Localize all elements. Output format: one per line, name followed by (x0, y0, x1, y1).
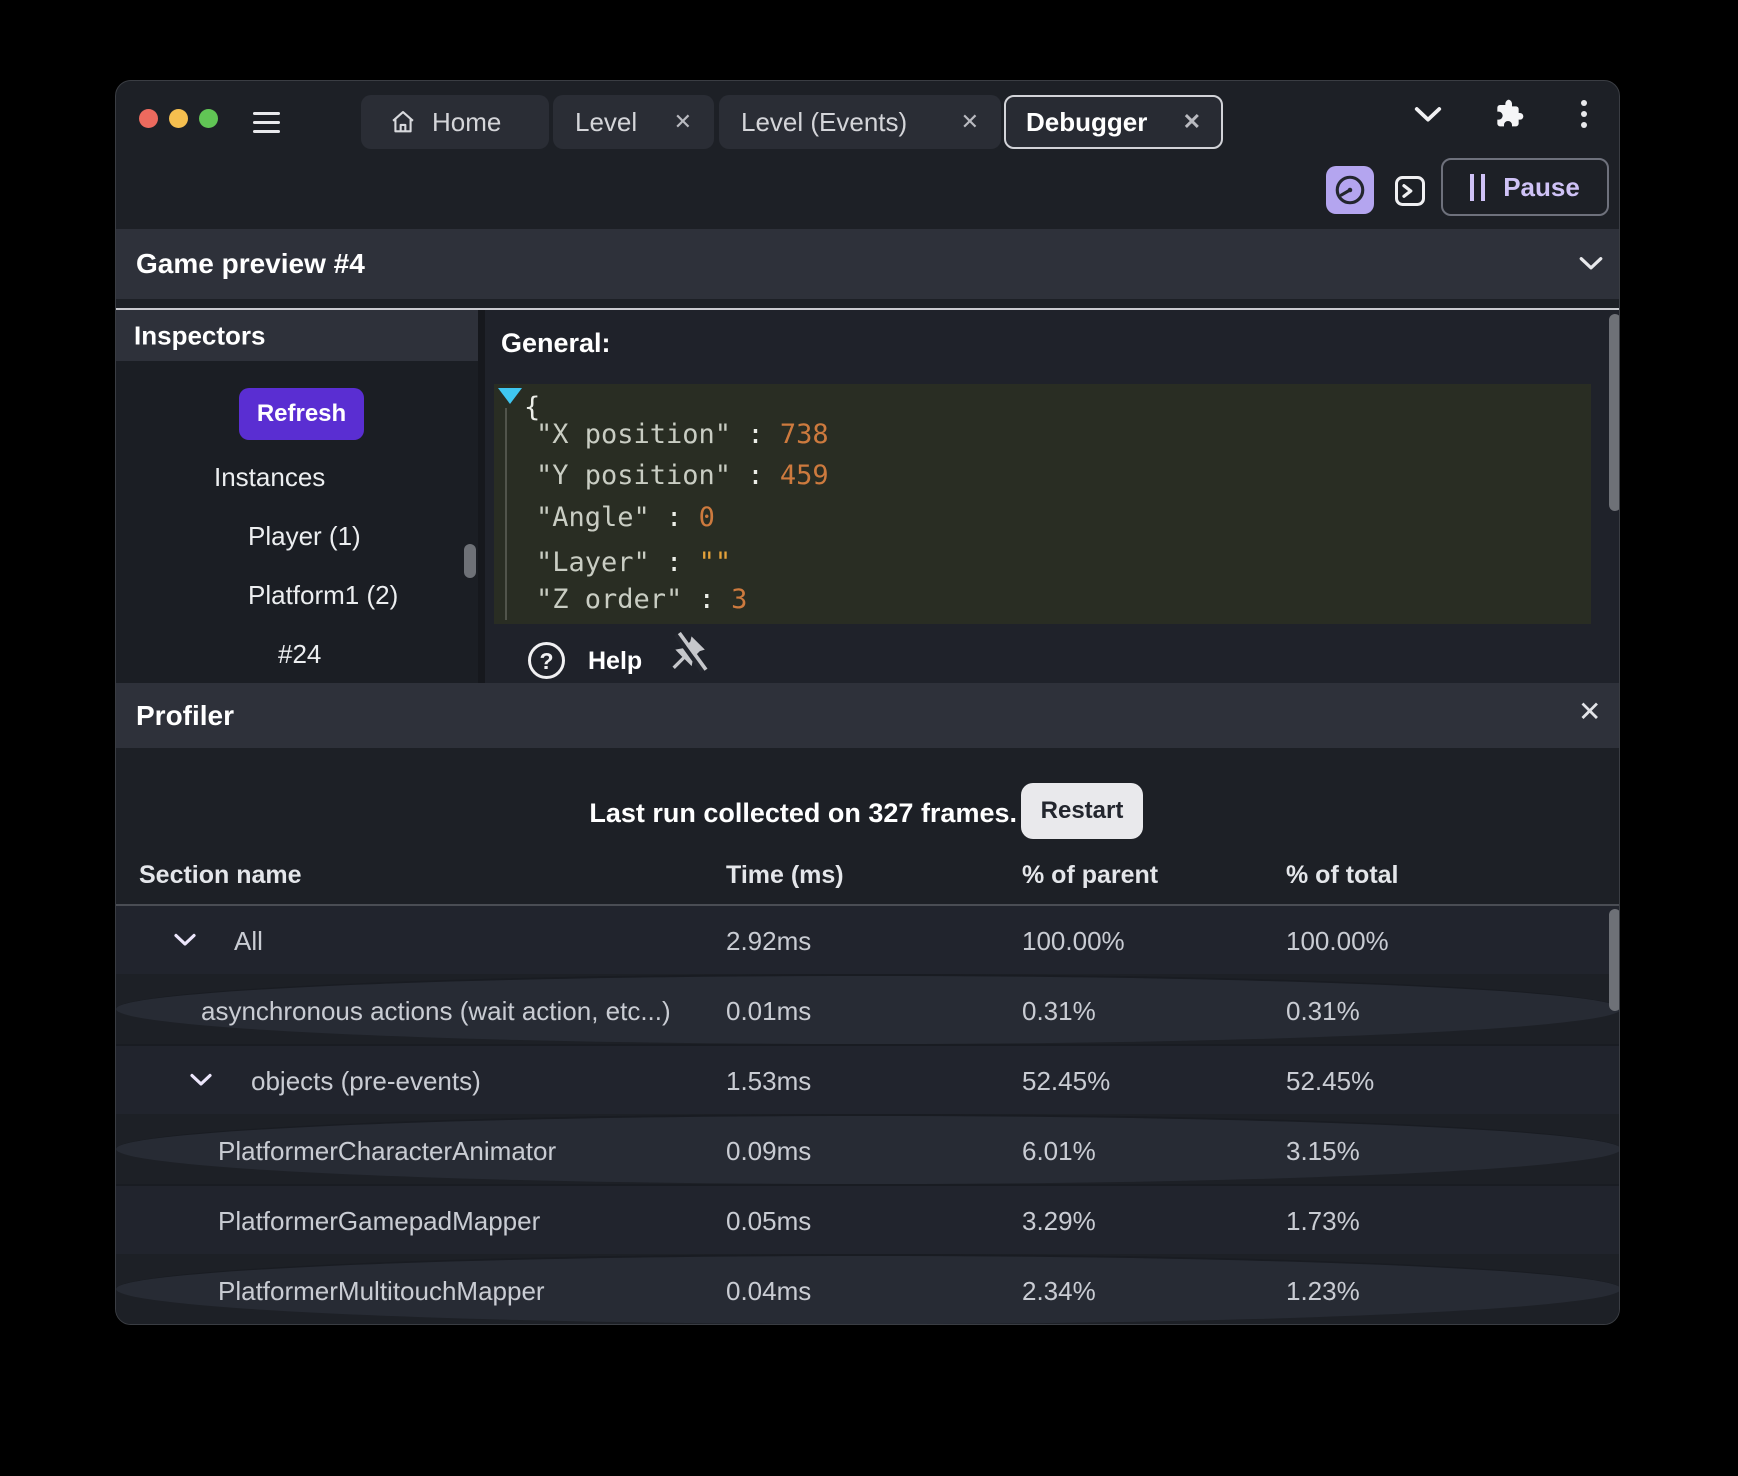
close-tab-icon[interactable]: ✕ (959, 109, 981, 135)
chevron-down-icon[interactable] (189, 1072, 213, 1087)
chevron-down-icon[interactable] (1413, 105, 1443, 123)
extensions-puzzle-icon[interactable] (1492, 97, 1524, 129)
debugger-window: Home Level ✕ Level (Events) ✕ Debugger ✕ (115, 80, 1620, 1325)
menu-icon[interactable] (253, 112, 280, 133)
scrollbar-thumb[interactable] (1609, 909, 1620, 1011)
profiler-title: Profiler (136, 700, 234, 732)
general-panel: General: { "X position" : 738 "Y positio… (485, 310, 1620, 683)
tree-item-instance-24[interactable]: #24 (278, 639, 321, 669)
inspectors-title: Inspectors (134, 320, 266, 351)
inspectors-panel: Inspectors Refresh Instances Player (1) … (116, 310, 478, 683)
column-header-time: Time (ms) (726, 861, 844, 890)
profiler-panel: Last run collected on 327 frames. Restar… (116, 748, 1620, 1325)
tree-item-instances[interactable]: Instances (214, 462, 325, 492)
home-icon (389, 108, 417, 136)
expander-triangle-icon[interactable] (498, 388, 522, 404)
column-header-parent: % of parent (1022, 861, 1158, 890)
profiler-summary: Last run collected on 327 frames. (116, 798, 1017, 829)
game-preview-header[interactable]: Game preview #4 (116, 229, 1620, 299)
tab-level-events[interactable]: Level (Events) ✕ (719, 95, 1001, 149)
profiler-toggle-button[interactable] (1326, 166, 1374, 214)
table-row[interactable]: PlatformerCharacterAnimator 0.09ms 6.01%… (116, 1114, 1620, 1184)
tree-item-player[interactable]: Player (1) (248, 521, 361, 551)
screen: Home Level ✕ Level (Events) ✕ Debugger ✕ (0, 0, 1738, 1476)
json-inspector: { "X position" : 738 "Y position" : 459 … (494, 384, 1591, 624)
minimize-window-button[interactable] (169, 109, 188, 128)
json-line: "Layer" : "" (536, 547, 731, 578)
tree-item-platform1[interactable]: Platform1 (2) (248, 580, 398, 610)
json-line: "Z order" : 3 (536, 584, 747, 615)
pin-off-icon[interactable] (669, 632, 709, 684)
general-title: General: (501, 328, 611, 359)
table-row[interactable]: asynchronous actions (wait action, etc..… (116, 974, 1620, 1044)
json-line: "Angle" : 0 (536, 502, 715, 533)
json-line: "Y position" : 459 (536, 460, 829, 491)
chevron-down-icon[interactable] (173, 932, 197, 947)
restart-button[interactable]: Restart (1021, 783, 1143, 839)
table-row[interactable]: PlatformerGamepadMapper 0.05ms 3.29% 1.7… (116, 1184, 1620, 1254)
close-tab-icon[interactable]: ✕ (1181, 109, 1203, 135)
console-button[interactable] (1392, 173, 1428, 209)
close-window-button[interactable] (139, 109, 158, 128)
pause-icon (1470, 174, 1485, 201)
profiler-header: Profiler ✕ (116, 683, 1620, 748)
pause-button[interactable]: Pause (1441, 158, 1609, 216)
refresh-button[interactable]: Refresh (239, 388, 364, 440)
kebab-menu-icon[interactable] (1581, 100, 1588, 130)
zoom-window-button[interactable] (199, 109, 218, 128)
tab-label: Debugger (1026, 107, 1147, 138)
panel-divider (478, 310, 485, 683)
collapse-chevron-icon[interactable] (1578, 255, 1604, 271)
indent-guide (505, 408, 507, 620)
tab-home[interactable]: Home (361, 95, 549, 149)
tab-label: Level (575, 107, 637, 138)
column-header-total: % of total (1286, 861, 1399, 890)
gauge-icon (1333, 173, 1367, 207)
json-line: "X position" : 738 (536, 419, 829, 450)
tab-label: Home (432, 107, 501, 138)
tab-debugger[interactable]: Debugger ✕ (1004, 95, 1223, 149)
game-preview-title: Game preview #4 (136, 248, 365, 280)
pause-label: Pause (1503, 172, 1580, 203)
table-row[interactable]: objects (pre-events) 1.53ms 52.45% 52.45… (116, 1044, 1620, 1114)
help-label[interactable]: Help (588, 647, 642, 676)
table-row[interactable]: PlatformerMultitouchMapper 0.04ms 2.34% … (116, 1254, 1620, 1324)
scrollbar-thumb[interactable] (464, 544, 476, 578)
table-row[interactable]: All 2.92ms 100.00% 100.00% (116, 904, 1620, 974)
help-icon[interactable]: ? (528, 642, 565, 679)
terminal-icon (1392, 173, 1428, 209)
inspectors-header: Inspectors (116, 310, 478, 361)
close-profiler-icon[interactable]: ✕ (1578, 695, 1601, 728)
tab-level[interactable]: Level ✕ (553, 95, 714, 149)
tab-label: Level (Events) (741, 107, 907, 138)
close-tab-icon[interactable]: ✕ (672, 109, 694, 135)
column-header-section: Section name (139, 861, 302, 890)
scrollbar-thumb[interactable] (1609, 314, 1620, 511)
